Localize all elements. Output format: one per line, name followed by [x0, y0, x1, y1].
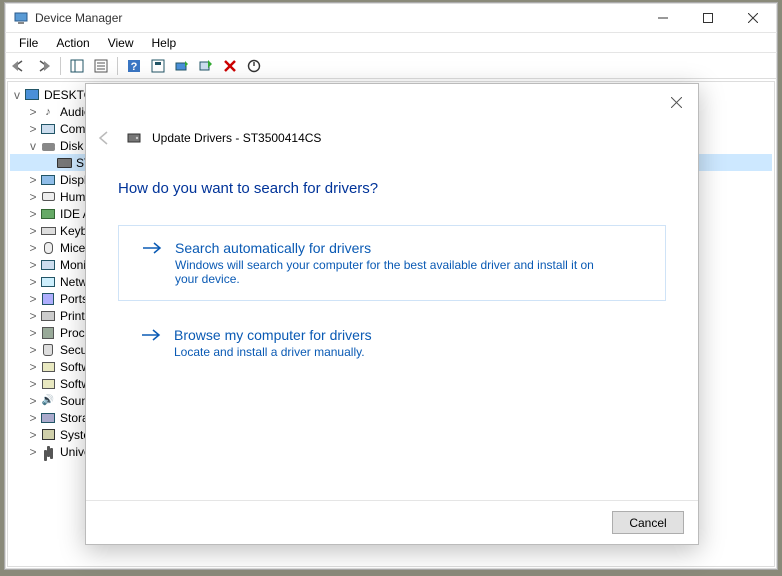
category-icon — [40, 428, 56, 442]
category-icon — [40, 394, 56, 408]
option-search-automatically[interactable]: Search automatically for drivers Windows… — [118, 225, 666, 301]
option-browse-computer[interactable]: Browse my computer for drivers Locate an… — [118, 327, 666, 359]
arrow-icon — [142, 327, 162, 359]
category-icon — [40, 377, 56, 391]
uninstall-icon[interactable] — [219, 55, 241, 77]
app-icon — [13, 10, 29, 26]
twisty-icon[interactable]: > — [26, 377, 40, 391]
menu-action[interactable]: Action — [48, 35, 97, 51]
category-icon — [40, 224, 56, 238]
update-drivers-dialog: Update Drivers - ST3500414CS How do you … — [85, 83, 699, 545]
maximize-button[interactable] — [685, 4, 730, 32]
category-icon — [56, 156, 72, 170]
close-button[interactable] — [730, 4, 775, 32]
menu-file[interactable]: File — [11, 35, 46, 51]
twisty-icon[interactable]: > — [26, 394, 40, 408]
menubar: File Action View Help — [5, 33, 777, 53]
drive-icon — [126, 130, 142, 146]
option-title: Search automatically for drivers — [175, 240, 615, 256]
option-title: Browse my computer for drivers — [174, 327, 372, 343]
twisty-icon[interactable]: > — [26, 292, 40, 306]
help-icon[interactable]: ? — [123, 55, 145, 77]
category-icon — [40, 309, 56, 323]
twisty-icon[interactable]: > — [26, 343, 40, 357]
svg-text:?: ? — [131, 61, 138, 73]
dialog-footer: Cancel — [86, 500, 698, 544]
twisty-icon[interactable]: > — [26, 258, 40, 272]
dialog-header — [86, 84, 698, 120]
arrow-icon — [143, 240, 163, 286]
category-icon — [40, 275, 56, 289]
dialog-close-icon[interactable] — [662, 88, 690, 116]
category-icon — [40, 360, 56, 374]
twisty-icon[interactable]: v — [26, 139, 40, 153]
twisty-icon[interactable]: > — [26, 105, 40, 119]
toolbar: ? — [5, 53, 777, 79]
category-icon — [40, 258, 56, 272]
twisty-icon[interactable]: > — [26, 241, 40, 255]
update-driver-icon[interactable] — [171, 55, 193, 77]
twisty-icon[interactable]: > — [26, 173, 40, 187]
dialog-back-icon[interactable] — [92, 126, 116, 150]
cancel-button[interactable]: Cancel — [612, 511, 684, 534]
back-icon[interactable] — [9, 55, 31, 77]
category-icon — [40, 105, 56, 119]
twisty-icon[interactable]: > — [26, 207, 40, 221]
menu-help[interactable]: Help — [144, 35, 185, 51]
twisty-icon[interactable]: > — [26, 275, 40, 289]
category-icon — [40, 411, 56, 425]
category-icon — [40, 292, 56, 306]
option-desc: Windows will search your computer for th… — [175, 258, 615, 286]
category-icon — [40, 190, 56, 204]
category-icon — [40, 173, 56, 187]
category-icon — [40, 326, 56, 340]
option-desc: Locate and install a driver manually. — [174, 345, 372, 359]
twisty-icon[interactable]: > — [26, 190, 40, 204]
disable-icon[interactable] — [243, 55, 265, 77]
menu-view[interactable]: View — [100, 35, 142, 51]
category-icon — [40, 122, 56, 136]
twisty-icon[interactable]: > — [26, 411, 40, 425]
twisty-icon[interactable]: > — [26, 428, 40, 442]
titlebar: Device Manager — [5, 3, 777, 33]
properties-icon[interactable] — [90, 55, 112, 77]
category-icon — [40, 241, 56, 255]
category-icon — [40, 207, 56, 221]
dialog-heading: How do you want to search for drivers? — [118, 180, 666, 197]
twisty-icon[interactable]: > — [26, 224, 40, 238]
category-icon — [40, 445, 56, 459]
minimize-button[interactable] — [640, 4, 685, 32]
twisty-icon[interactable]: > — [26, 122, 40, 136]
twisty-icon[interactable]: > — [26, 360, 40, 374]
twisty-icon[interactable]: > — [26, 309, 40, 323]
dialog-body: How do you want to search for drivers? S… — [86, 156, 698, 500]
dialog-title-row: Update Drivers - ST3500414CS — [86, 120, 698, 156]
twisty-icon[interactable]: > — [26, 326, 40, 340]
category-icon — [40, 343, 56, 357]
category-icon — [40, 139, 56, 153]
action-icon[interactable] — [147, 55, 169, 77]
forward-icon[interactable] — [33, 55, 55, 77]
scan-hardware-icon[interactable] — [195, 55, 217, 77]
show-hide-tree-icon[interactable] — [66, 55, 88, 77]
twisty-icon[interactable]: > — [26, 445, 40, 459]
window-title: Device Manager — [35, 11, 640, 25]
dialog-title: Update Drivers - ST3500414CS — [152, 131, 321, 145]
